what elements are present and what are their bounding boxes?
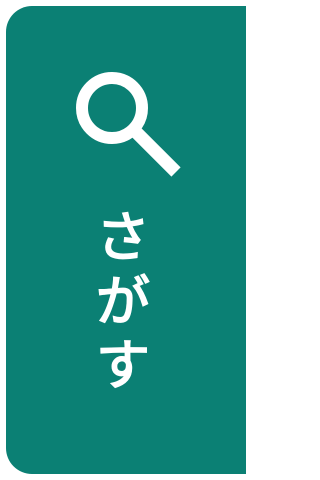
- search-tab-label: さ が す: [6, 206, 240, 398]
- search-tab-button[interactable]: さ が す: [6, 6, 246, 474]
- search-label-char: す: [96, 334, 150, 397]
- search-label-char: さ: [96, 206, 150, 269]
- search-label-char: が: [96, 270, 150, 333]
- search-icon: [70, 68, 188, 186]
